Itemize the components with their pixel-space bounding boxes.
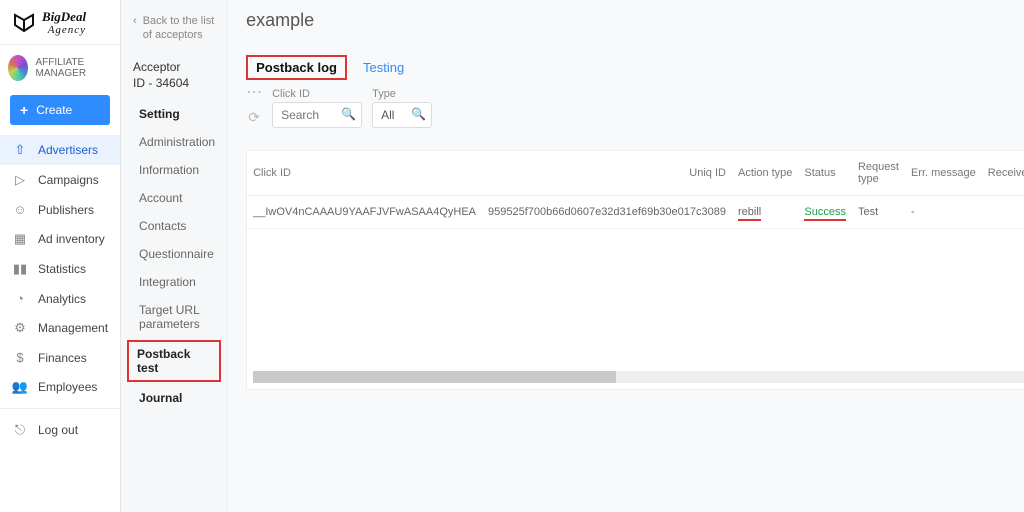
- logo-icon: [12, 11, 36, 35]
- page-title: example: [246, 10, 314, 31]
- cell-errmsg: -: [905, 196, 982, 229]
- user-role: AFFILIATE MANAGER: [36, 57, 113, 79]
- subnav-target-url[interactable]: Target URL parameters: [121, 296, 227, 338]
- tab-postback-log[interactable]: Postback log: [246, 55, 347, 80]
- plus-icon: +: [20, 102, 28, 118]
- th-reqtype: Requesttype: [852, 151, 905, 196]
- brand-sub: Agency: [42, 24, 86, 36]
- nav-finances[interactable]: $Finances: [0, 343, 120, 372]
- nav-ad-inventory[interactable]: ▦Ad inventory: [0, 224, 120, 254]
- th-errmsg: Err. message: [905, 151, 982, 196]
- subnav-integration[interactable]: Integration: [121, 268, 227, 296]
- filter-type: Type 🔍: [372, 88, 432, 128]
- create-button[interactable]: + Create: [10, 95, 110, 125]
- subnav-list: Setting Administration Information Accou…: [121, 100, 227, 412]
- brand-logo: BigDeal Agency: [0, 0, 120, 45]
- horizontal-scrollbar[interactable]: [253, 371, 1024, 383]
- subnav: ‹ Back to the list of acceptors Acceptor…: [121, 0, 228, 512]
- type-label: Type: [372, 88, 432, 100]
- more-icon[interactable]: ⋯: [246, 89, 262, 103]
- upload-icon: ⇧: [12, 142, 28, 158]
- sidebar: BigDeal Agency AFFILIATE MANAGER + Creat…: [0, 0, 121, 512]
- nav-logout[interactable]: ⎋Log out: [0, 415, 120, 445]
- filter-row: ⋯ ⟳ Click ID 🔍 Type 🔍: [228, 88, 1024, 134]
- brand-name: BigDeal: [42, 9, 86, 24]
- subnav-account[interactable]: Account: [121, 184, 227, 212]
- avatar: [8, 55, 28, 81]
- people-icon: 👥: [12, 379, 28, 395]
- nav-employees[interactable]: 👥Employees: [0, 372, 120, 402]
- search-icon: 🔍: [411, 107, 426, 121]
- subnav-administration[interactable]: Administration: [121, 128, 227, 156]
- refresh-icon[interactable]: ⟳: [248, 109, 260, 128]
- subnav-information[interactable]: Information: [121, 156, 227, 184]
- nav-publishers[interactable]: ☺Publishers: [0, 195, 120, 224]
- th-clickid: Click ID: [247, 151, 482, 196]
- filter-clickid: Click ID 🔍: [272, 88, 362, 128]
- bars-icon: ▮▮: [12, 261, 28, 277]
- subnav-contacts[interactable]: Contacts: [121, 212, 227, 240]
- postback-table: Click ID Uniq ID Action type Status Requ…: [247, 151, 1024, 229]
- cell-actiontype: rebill: [732, 196, 798, 229]
- back-link[interactable]: ‹ Back to the list of acceptors: [121, 8, 227, 52]
- subnav-id: ID - 34604: [121, 76, 227, 100]
- table-row: __IwOV4nCAAAU9YAAFJVFwASAA4QyHEA 959525f…: [247, 196, 1024, 229]
- subnav-title: Acceptor: [121, 52, 227, 76]
- nav-campaigns[interactable]: ▷Campaigns: [0, 165, 120, 195]
- pie-icon: ◔: [12, 291, 28, 306]
- main: example Actions Postback log Testing ⋯ ⟳…: [228, 0, 1024, 512]
- th-status: Status: [798, 151, 852, 196]
- th-received: Received, $: [982, 151, 1024, 196]
- tab-testing[interactable]: Testing: [361, 56, 406, 79]
- tabs: Postback log Testing: [228, 37, 1024, 88]
- subnav-postback-test[interactable]: Postback test: [127, 340, 221, 382]
- search-icon: 🔍: [341, 107, 356, 121]
- cell-received: 0.1: [982, 196, 1024, 229]
- create-label: Create: [36, 103, 72, 117]
- dollar-icon: $: [12, 350, 28, 365]
- nav-statistics[interactable]: ▮▮Statistics: [0, 254, 120, 284]
- logout-icon: ⎋: [12, 422, 28, 438]
- users-icon: ☺: [12, 202, 28, 217]
- subnav-questionnaire[interactable]: Questionnaire: [121, 240, 227, 268]
- th-uniqid: Uniq ID: [482, 151, 732, 196]
- table-panel: Click ID Uniq ID Action type Status Requ…: [246, 150, 1024, 390]
- user-row: AFFILIATE MANAGER: [0, 45, 120, 91]
- grid-icon: ▦: [12, 231, 28, 247]
- chevron-left-icon: ‹: [133, 14, 137, 28]
- nav-management[interactable]: ⚙Management: [0, 313, 120, 343]
- cell-clickid: __IwOV4nCAAAU9YAAFJVFwASAA4QyHEA: [247, 196, 482, 229]
- subnav-setting[interactable]: Setting: [121, 100, 227, 128]
- cell-status: Success: [798, 196, 852, 229]
- cell-reqtype: Test: [852, 196, 905, 229]
- nav-advertisers[interactable]: ⇧Advertisers: [0, 135, 120, 165]
- nav-analytics[interactable]: ◔Analytics: [0, 284, 120, 313]
- subnav-journal[interactable]: Journal: [121, 384, 227, 412]
- play-icon: ▷: [12, 172, 28, 188]
- main-nav: ⇧Advertisers ▷Campaigns ☺Publishers ▦Ad …: [0, 135, 120, 445]
- gears-icon: ⚙: [12, 320, 28, 336]
- clickid-label: Click ID: [272, 88, 362, 100]
- th-actiontype: Action type: [732, 151, 798, 196]
- cell-uniqid: 959525f700b66d0607e32d31ef69b30e017c3089: [482, 196, 732, 229]
